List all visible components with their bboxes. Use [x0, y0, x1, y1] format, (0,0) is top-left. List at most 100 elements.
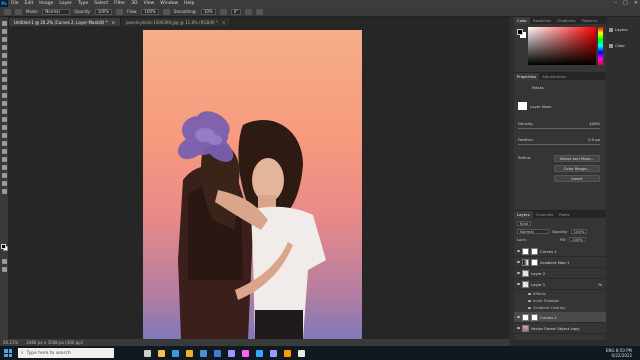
screen-mode-icon[interactable] — [2, 267, 7, 272]
type-tool-icon[interactable] — [2, 149, 7, 154]
tab-color[interactable]: Color — [514, 17, 530, 24]
dodge-tool-icon[interactable] — [2, 133, 7, 138]
smoothing-input[interactable]: 10% — [200, 8, 216, 15]
color-range-button[interactable]: Color Range... — [554, 165, 600, 172]
eraser-tool-icon[interactable] — [2, 109, 7, 114]
brush-tool-icon[interactable] — [2, 85, 7, 90]
shape-tool-icon[interactable] — [2, 165, 7, 170]
menu-3d[interactable]: 3D — [128, 1, 140, 6]
tab-properties[interactable]: Properties — [514, 73, 540, 80]
visibility-eye-icon[interactable] — [528, 292, 531, 295]
hue-slider[interactable] — [598, 27, 603, 65]
pressure-opacity-icon[interactable] — [116, 8, 124, 15]
zoom-tool-icon[interactable] — [2, 181, 7, 186]
illustrator-icon[interactable] — [284, 349, 291, 357]
pen-tool-icon[interactable] — [2, 141, 7, 146]
visibility-eye-icon[interactable] — [517, 316, 520, 318]
menu-type[interactable]: Type — [75, 1, 91, 6]
store-icon[interactable] — [200, 349, 207, 357]
foreground-color-swatch[interactable] — [1, 244, 6, 249]
tab-adjustments[interactable]: Adjustments — [539, 74, 569, 79]
path-select-tool-icon[interactable] — [2, 157, 7, 162]
foreground-color-swatch[interactable] — [517, 29, 523, 35]
visibility-eye-icon[interactable] — [528, 306, 531, 309]
quick-select-tool-icon[interactable] — [2, 45, 7, 50]
angle-input[interactable]: 0° — [230, 8, 242, 15]
crop-tool-icon[interactable] — [2, 53, 7, 58]
density-slider[interactable] — [518, 128, 600, 129]
marquee-tool-icon[interactable] — [2, 29, 7, 34]
clone-stamp-tool-icon[interactable] — [2, 93, 7, 98]
close-button[interactable]: ✕ — [634, 0, 638, 6]
zoom-level[interactable]: 26.21% — [3, 340, 18, 345]
fill-input[interactable]: 100% — [569, 236, 587, 242]
healing-tool-icon[interactable] — [2, 77, 7, 82]
menu-select[interactable]: Select — [91, 1, 111, 6]
feather-slider[interactable] — [518, 144, 600, 145]
layer-row-vector-smart-object-copy[interactable]: Vector Smart Object copy — [514, 323, 606, 334]
eyedropper-tool-icon[interactable] — [2, 69, 7, 74]
menu-window[interactable]: Window — [157, 1, 181, 6]
move-tool-icon[interactable] — [2, 21, 7, 26]
feather-value[interactable]: 0.0 px — [588, 137, 600, 142]
canvas-area[interactable] — [9, 26, 509, 339]
history-brush-tool-icon[interactable] — [2, 101, 7, 106]
layer-row-gradient-map-1[interactable]: Gradient Map 1 — [514, 257, 606, 268]
document-info[interactable]: 2480 px x 3508 px (300 ppi) — [26, 340, 83, 345]
brush-tool-icon[interactable] — [4, 8, 11, 15]
layer-opacity-input[interactable]: 100% — [570, 228, 588, 234]
collapsed-layers-panel[interactable]: Layers — [609, 27, 628, 32]
menu-edit[interactable]: Edit — [22, 1, 37, 6]
document-canvas[interactable] — [143, 30, 362, 339]
layer-mask-thumbnail[interactable] — [531, 247, 538, 255]
premiere-icon[interactable] — [228, 349, 235, 357]
taskbar-search-box[interactable]: ⌕ Type here to search — [18, 348, 114, 358]
layer-row-layer-1[interactable]: Layer 1 fx — [514, 279, 606, 290]
menu-view[interactable]: View — [141, 1, 158, 6]
xd-icon[interactable] — [242, 349, 249, 357]
menu-file[interactable]: File — [8, 1, 22, 6]
menu-image[interactable]: Image — [36, 1, 56, 6]
bridge-icon[interactable] — [298, 349, 305, 357]
collapsed-color-panel[interactable]: Color — [609, 43, 625, 48]
photoshop-icon[interactable] — [256, 349, 263, 357]
visibility-eye-icon[interactable] — [517, 283, 520, 285]
tab-untitled-1[interactable]: Untitled-1 @ 26.2% (Curves 2, Layer Mask… — [9, 18, 121, 26]
close-icon[interactable]: × — [222, 20, 225, 25]
frame-tool-icon[interactable] — [2, 61, 7, 66]
after-effects-icon[interactable] — [270, 349, 277, 357]
blend-mode-select[interactable]: Normal — [517, 228, 549, 234]
hand-tool-icon[interactable] — [2, 173, 7, 178]
menu-layer[interactable]: Layer — [56, 1, 75, 6]
tab-gradients[interactable]: Gradients — [554, 18, 579, 23]
blur-tool-icon[interactable] — [2, 125, 7, 130]
select-and-mask-button[interactable]: Select and Mask... — [554, 155, 600, 162]
visibility-eye-icon[interactable] — [517, 250, 520, 252]
layer-row-layer-2[interactable]: Layer 2 — [514, 268, 606, 279]
visibility-eye-icon[interactable] — [517, 327, 520, 329]
flow-input[interactable]: 100% — [141, 8, 159, 15]
gradient-tool-icon[interactable] — [2, 117, 7, 122]
color-picker-field[interactable] — [528, 27, 596, 65]
visibility-eye-icon[interactable] — [517, 261, 520, 263]
fx-icon[interactable]: fx — [598, 282, 602, 287]
tab-pexels-photo[interactable]: pexels-photo-1000390.jpg @ 11.8% (RGB/8)… — [120, 18, 232, 26]
chrome-icon[interactable] — [186, 349, 193, 357]
tab-paths[interactable]: Paths — [556, 212, 572, 217]
menu-filter[interactable]: Filter — [111, 1, 128, 6]
clock-date[interactable]: 6/22/2022 — [606, 353, 632, 358]
tab-patterns[interactable]: Patterns — [579, 18, 601, 23]
brush-preset-icon[interactable] — [15, 8, 22, 15]
menu-help[interactable]: Help — [181, 1, 197, 6]
pressure-size-icon[interactable] — [245, 8, 253, 15]
tab-channels[interactable]: Channels — [533, 212, 557, 217]
minimize-button[interactable]: – — [615, 0, 618, 6]
invert-button[interactable]: Invert — [554, 175, 600, 182]
effect-gradient-overlay[interactable]: Gradient Overlay — [514, 304, 606, 311]
tab-swatches[interactable]: Swatches — [530, 18, 554, 23]
opacity-input[interactable]: 100% — [94, 8, 113, 15]
mail-icon[interactable] — [214, 349, 221, 357]
quick-mask-icon[interactable] — [2, 259, 7, 264]
effect-inner-shadow[interactable]: Inner Shadow — [514, 297, 606, 304]
lasso-tool-icon[interactable] — [2, 37, 7, 42]
